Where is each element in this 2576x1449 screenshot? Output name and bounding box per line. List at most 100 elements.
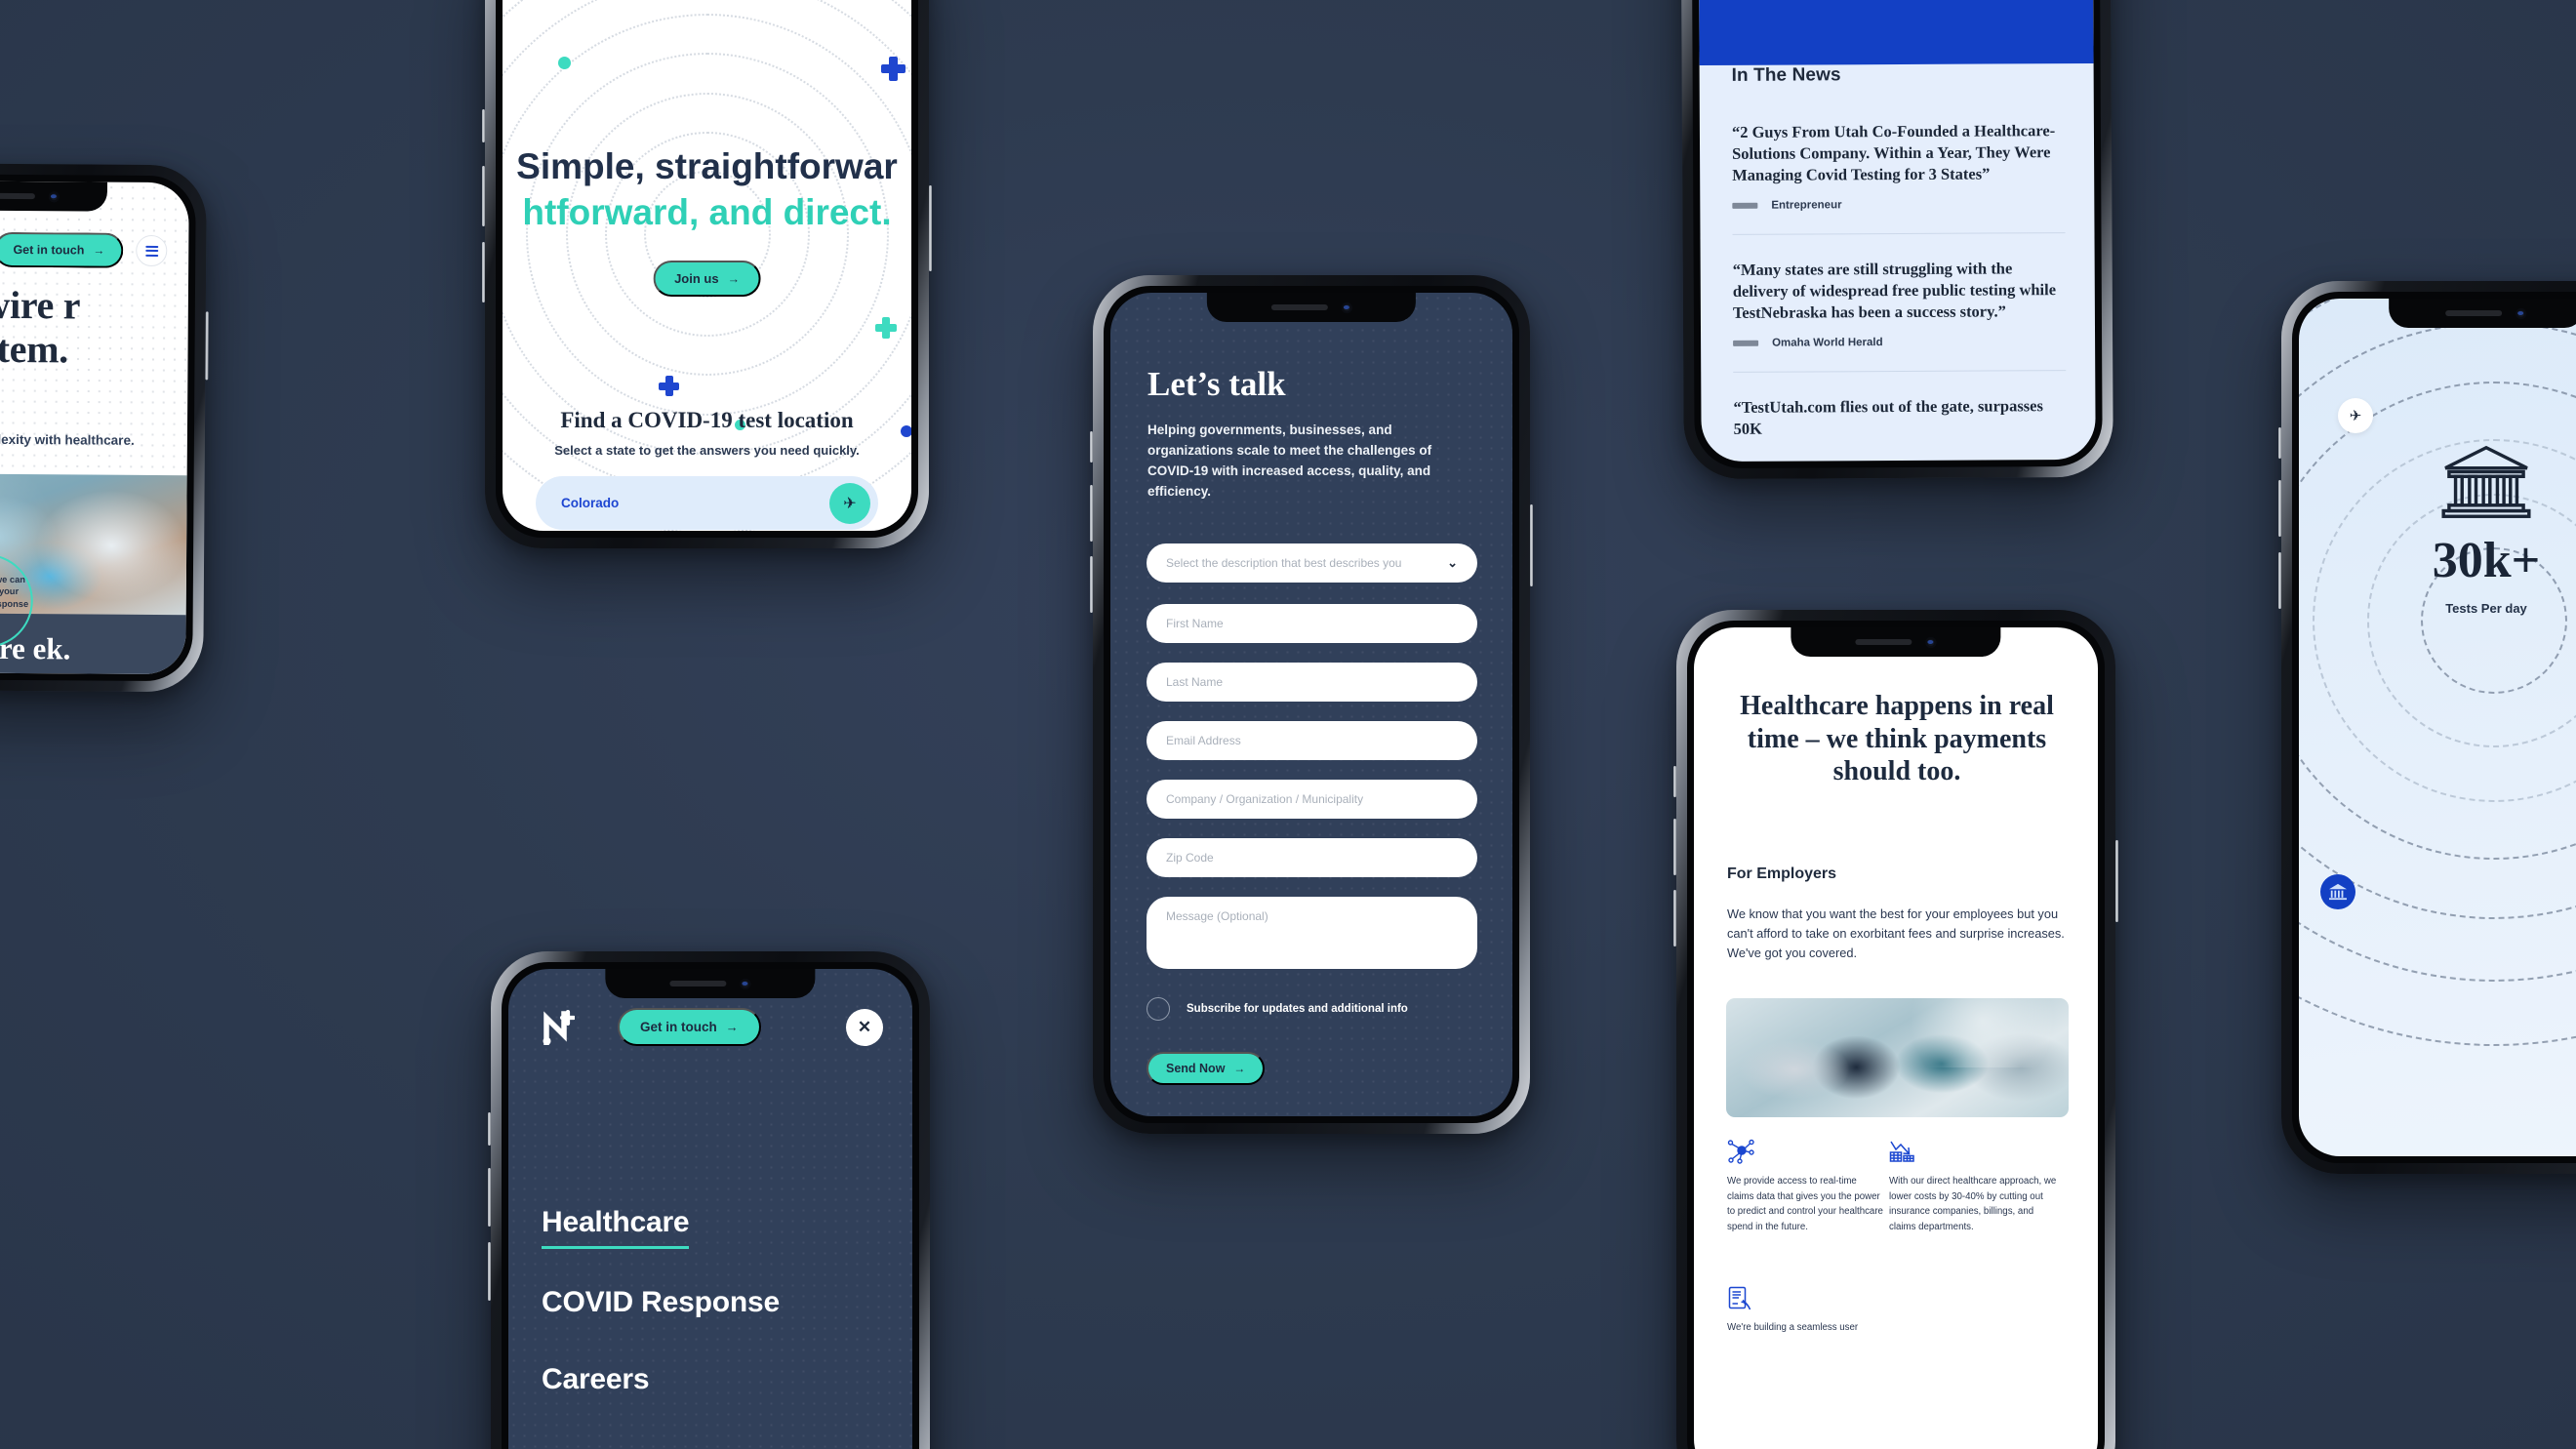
contact-blurb: Helping governments, businesses, and org… [1147,423,1432,499]
email-placeholder: Email Address [1166,734,1241,747]
phone-notch [605,969,816,998]
zip-placeholder: Zip Code [1166,851,1214,865]
get-in-touch-label: Get in touch [640,1020,717,1034]
document-hand-icon [1727,1286,1756,1311]
nav-label: Healthcare [542,1206,690,1238]
get-in-touch-button[interactable]: Get in touch → [618,1008,761,1046]
hero-topbar: Get in touch → [0,231,168,268]
bank-pin-icon [2320,874,2355,909]
feature-text: With our direct healthcare approach, we … [1889,1176,2057,1233]
news-source: Omaha World Herald [1772,336,1883,349]
divider [1732,231,2066,235]
cost-down-chart-icon [1889,1139,1918,1164]
teal-plus-decoration [875,317,897,339]
publication-logo-icon [1732,202,1758,209]
last-name-placeholder: Last Name [1166,675,1224,689]
simple-headline: Simple, straightforwar htforward, and di… [503,144,911,235]
phone-mockup-menu: Get in touch → ✕ Healthcare COVID Respon… [488,951,930,1449]
stat-value: 30k+ [2432,533,2541,588]
plane-icon: ✈ [2338,398,2373,433]
chevron-down-icon: ⌄ [1447,555,1458,570]
news-item[interactable]: “TestUtah.com flies out of the gate, sur… [1733,395,2066,440]
employers-paragraph: We know that you want the best for your … [1727,906,2065,961]
news-quote: “TestUtah.com flies out of the gate, sur… [1733,395,2043,438]
state-name: Colorado [561,496,620,510]
phone-notch [1791,627,2001,657]
subscribe-checkbox[interactable] [1147,997,1170,1021]
join-us-label: Join us [674,271,719,286]
message-textarea[interactable]: Message (Optional) [1147,897,1477,969]
network-nodes-icon [1727,1139,1756,1164]
role-select-placeholder: Select the description that best describ… [1166,556,1402,570]
bank-temple-icon [2299,443,2576,526]
phone-notch [0,181,107,212]
contact-title: Let’s talk [1147,365,1286,403]
phone-mockup-simple: Simple, straightforwar htforward, and di… [482,0,932,548]
team-meeting-photo [1726,998,2069,1117]
first-name-placeholder: First Name [1166,617,1224,630]
nav-label: Careers [542,1363,650,1395]
hero-subhead: uts costs, confusion, and complexity wit… [0,430,135,448]
n-plus-logo[interactable] [542,1009,577,1046]
news-section-title: In The News [1731,64,1841,86]
phone-notch [1206,293,1417,322]
arrow-right-icon: → [725,1020,739,1034]
subscribe-label: Subscribe for updates and additional inf… [1187,1003,1408,1015]
email-input[interactable]: Email Address [1147,721,1477,760]
news-blue-banner [1698,0,2094,66]
company-input[interactable]: Company / Organization / Municipality [1147,780,1477,819]
join-us-button[interactable]: Join us → [653,261,761,297]
stat-caption: Tests Per day [2445,601,2527,616]
news-quote: “2 Guys From Utah Co-Founded a Healthcar… [1731,121,2056,184]
phone-mockup-employers: Healthcare happens in real time – we thi… [1673,610,2118,1449]
get-in-touch-label: Get in touch [13,242,85,258]
state-row-colorado[interactable]: Colorado ✈ [536,476,878,530]
phone-mockup-contact-form: Let’s talk Helping governments, business… [1090,275,1533,1134]
headline-line-1: Simple, straightforwar [516,146,898,186]
news-item[interactable]: “Many states are still struggling with t… [1733,258,2066,349]
employers-kicker: For Employers [1727,865,1837,882]
find-test-title: Find a COVID-19 test location [560,408,854,432]
plane-icon[interactable]: ✈ [829,482,870,524]
employers-headline: Healthcare happens in real time – we thi… [1740,691,2054,787]
feature-text: We're building a seamless user [1727,1322,1859,1333]
subscribe-row[interactable]: Subscribe for updates and additional inf… [1147,997,1477,1021]
nav-item-careers[interactable]: Careers [542,1363,883,1403]
nav-item-covid-response[interactable]: COVID Response [542,1286,883,1326]
role-select[interactable]: Select the description that best describ… [1147,543,1477,583]
last-name-input[interactable]: Last Name [1147,663,1477,702]
dark-headline: ’s take healthcare ek. [0,629,71,666]
screenshot-canvas: Get in touch → s time to rewire r health… [0,0,2576,1449]
zip-code-input[interactable]: Zip Code [1147,838,1477,877]
divider [1733,369,2067,373]
feature-text: We provide access to real-time claims da… [1727,1176,1883,1233]
publication-logo-icon [1733,340,1759,346]
teal-dot-decoration [558,57,571,69]
badge-text: Learn how we can help build your COVID-1… [0,574,29,609]
arrow-right-icon: → [727,271,740,286]
get-in-touch-button[interactable]: Get in touch → [0,231,124,268]
blue-plus-decoration [659,376,679,396]
blue-plus-decoration [881,57,906,81]
message-placeholder: Message (Optional) [1166,909,1268,923]
news-quote: “Many states are still struggling with t… [1732,259,2057,322]
arrow-right-icon: → [93,243,105,258]
find-test-subtitle: Select a state to get the answers you ne… [554,443,860,458]
send-now-label: Send Now [1166,1062,1226,1075]
phone-mockup-hero: Get in touch → s time to rewire r health… [0,162,209,693]
nav-item-healthcare[interactable]: Healthcare [542,1206,690,1249]
first-name-input[interactable]: First Name [1147,604,1477,643]
close-icon[interactable]: ✕ [846,1008,883,1046]
phone-mockup-stat: ✈ 30k+ Tests Per day [2278,281,2576,1174]
send-now-button[interactable]: Send Now → [1147,1052,1266,1085]
company-placeholder: Company / Organization / Municipality [1166,792,1364,806]
nav-label: COVID Response [542,1286,780,1318]
hamburger-icon[interactable] [136,234,168,267]
news-source: Entrepreneur [1771,199,1842,212]
news-item[interactable]: “2 Guys From Utah Co-Founded a Healthcar… [1732,120,2065,212]
phone-notch [2389,299,2576,328]
hero-headline: s time to rewire r healthcare stem. [0,281,80,372]
arrow-right-icon: → [1233,1062,1246,1075]
headline-line-2: htforward, and direct. [522,191,892,232]
dot-pattern [1110,293,1512,1116]
